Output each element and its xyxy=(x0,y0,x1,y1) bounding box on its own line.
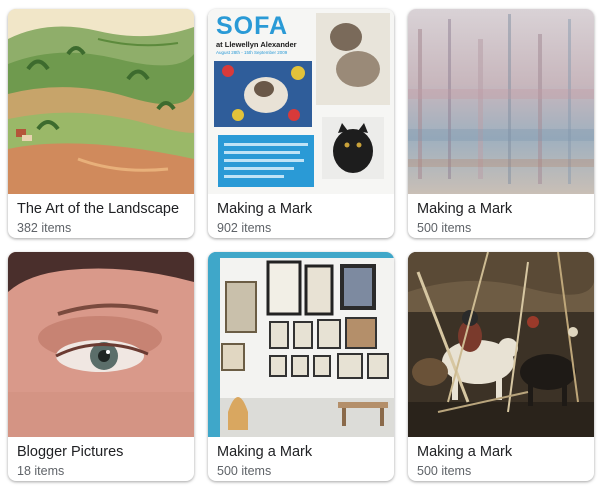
album-item-count: 382 items xyxy=(17,221,72,235)
gallery-interior-image xyxy=(208,252,394,437)
poster-dates: August 28th - 15th September 2009 xyxy=(216,50,288,55)
album-info: The Art of the Landscape 382 items xyxy=(8,194,194,238)
album-title: The Art of the Landscape xyxy=(17,201,180,217)
album-card-making-a-mark-gallery[interactable]: Making a Mark 500 items xyxy=(208,252,394,481)
album-item-count: 500 items xyxy=(217,464,272,478)
album-thumbnail[interactable] xyxy=(8,9,194,194)
album-card-art-of-the-landscape[interactable]: The Art of the Landscape 382 items xyxy=(8,9,194,238)
landscape-painting-image xyxy=(8,9,194,194)
album-thumbnail[interactable]: SOFA at Llewellyn Alexander August 28th … xyxy=(208,9,394,194)
album-info: Making a Mark 500 items xyxy=(408,194,594,238)
album-item-count: 500 items xyxy=(417,221,472,235)
album-title: Making a Mark xyxy=(417,201,513,217)
album-info: Making a Mark 500 items xyxy=(408,437,594,481)
album-thumbnail[interactable] xyxy=(208,252,394,437)
album-info: Making a Mark 902 items xyxy=(208,194,394,238)
album-card-blogger-pictures[interactable]: Blogger Pictures 18 items xyxy=(8,252,194,481)
album-item-count: 500 items xyxy=(417,464,472,478)
album-info: Making a Mark 500 items xyxy=(208,437,394,481)
album-card-making-a-mark-battle[interactable]: Making a Mark 500 items xyxy=(408,252,594,481)
album-title: Blogger Pictures xyxy=(17,444,124,460)
album-info: Blogger Pictures 18 items xyxy=(8,437,194,481)
album-thumbnail[interactable] xyxy=(408,252,594,437)
album-title: Making a Mark xyxy=(217,201,313,217)
album-thumbnail[interactable] xyxy=(408,9,594,194)
abstract-painting-image xyxy=(408,9,594,194)
portrait-closeup-image xyxy=(8,252,194,437)
album-card-making-a-mark-abstract[interactable]: Making a Mark 500 items xyxy=(408,9,594,238)
album-card-making-a-mark-poster[interactable]: SOFA at Llewellyn Alexander August 28th … xyxy=(208,9,394,238)
album-grid: The Art of the Landscape 382 items SOFA … xyxy=(0,0,600,491)
album-title: Making a Mark xyxy=(217,444,313,460)
album-item-count: 18 items xyxy=(17,464,65,478)
album-title: Making a Mark xyxy=(417,444,513,460)
poster-subheading: at Llewellyn Alexander xyxy=(216,40,297,49)
poster-heading: SOFA xyxy=(216,12,289,40)
battle-painting-image xyxy=(408,252,594,437)
album-item-count: 902 items xyxy=(217,221,272,235)
album-thumbnail[interactable] xyxy=(8,252,194,437)
